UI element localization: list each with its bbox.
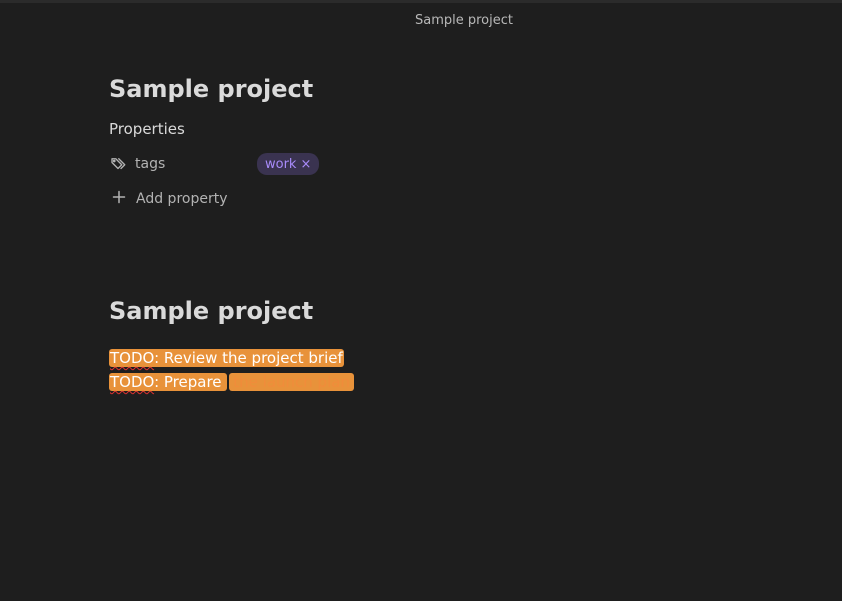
- tag-pill-work[interactable]: work ×: [257, 153, 320, 175]
- todo-highlighted-link[interactable]: the launch plan: [229, 373, 354, 391]
- todo-line[interactable]: TODO: Prepare the launch plan: [109, 370, 749, 394]
- todo-prefix: TODO: [110, 349, 155, 367]
- todo-text: : Review the project brief: [154, 349, 343, 367]
- property-key-tags[interactable]: tags: [109, 155, 257, 173]
- properties-heading[interactable]: Properties: [109, 118, 749, 140]
- window-title: Sample project: [415, 13, 513, 28]
- add-property-button[interactable]: Add property: [109, 188, 749, 210]
- note-title[interactable]: Sample project: [109, 72, 749, 106]
- property-row-tags: tags work ×: [109, 152, 749, 176]
- property-key-label: tags: [135, 156, 166, 172]
- plus-icon: [112, 189, 130, 209]
- todo-line[interactable]: TODO: Review the project brief: [109, 346, 749, 370]
- add-property-label: Add property: [136, 191, 228, 207]
- todo-highlight: TODO: Review the project brief: [109, 349, 344, 367]
- tag-icon: [111, 158, 126, 170]
- todo-highlight: TODO: Prepare: [109, 373, 228, 391]
- window-top-edge: [0, 0, 842, 3]
- note-editor[interactable]: Sample project Properties tags work × Ad…: [109, 72, 749, 394]
- body-heading[interactable]: Sample project: [109, 294, 749, 328]
- todo-list[interactable]: TODO: Review the project brief TODO: Pre…: [109, 346, 749, 394]
- remove-tag-icon[interactable]: ×: [300, 157, 311, 172]
- todo-text: : Prepare: [154, 373, 227, 391]
- tag-label: work: [265, 156, 297, 172]
- todo-prefix: TODO: [110, 373, 155, 391]
